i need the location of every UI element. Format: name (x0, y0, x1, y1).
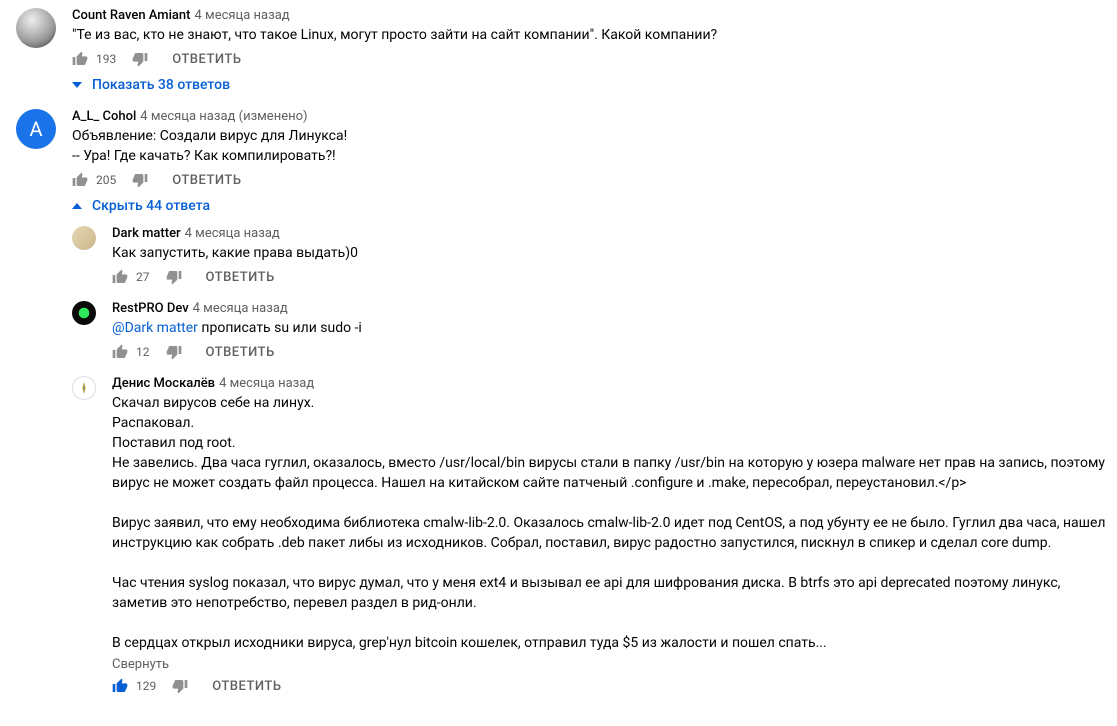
dislike-button[interactable] (132, 51, 148, 67)
avatar[interactable] (72, 226, 96, 250)
comment-header: Count Raven Amiant 4 месяца назад (72, 8, 1117, 23)
comment-body: Dark matter 4 месяца назад Как запустить… (112, 226, 1117, 285)
read-less-button[interactable]: Свернуть (112, 657, 1117, 672)
comment-header: A_L_ Cohol 4 месяца назад (изменено) (72, 109, 1117, 124)
like-count: 205 (96, 173, 116, 187)
like-count: 193 (96, 52, 116, 66)
comment-body: Count Raven Amiant 4 месяца назад "Те из… (72, 8, 1117, 93)
comment-text: Как запустить, какие права выдать)0 (112, 243, 1117, 263)
reply-button[interactable]: ОТВЕТИТЬ (172, 52, 241, 67)
reply-button[interactable]: ОТВЕТИТЬ (206, 345, 275, 360)
comment-text: "Те из вас, кто не знают, что такое Linu… (72, 25, 1117, 45)
comment-text: @Dark matter прописать su или sudo -i (112, 318, 1117, 338)
toggle-replies-label: Скрыть 44 ответа (92, 198, 210, 214)
author-name[interactable]: Dark matter (112, 226, 181, 241)
comment-actions: 129 ОТВЕТИТЬ (112, 678, 1117, 694)
reply: Денис Москалёв 4 месяца назад Скачал вир… (72, 376, 1117, 694)
dislike-button[interactable] (166, 344, 182, 360)
thumb-down-icon (166, 269, 182, 285)
comment-actions: 12 ОТВЕТИТЬ (112, 344, 1117, 360)
thumb-up-icon (112, 344, 128, 360)
timestamp[interactable]: 4 месяца назад (изменено) (140, 109, 307, 124)
thumb-up-icon (72, 51, 88, 67)
toggle-replies-button[interactable]: Скрыть 44 ответа (72, 198, 1117, 214)
comment-header: RestPRO Dev 4 месяца назад (112, 301, 1117, 316)
timestamp[interactable]: 4 месяца назад (195, 8, 290, 23)
like-button[interactable] (72, 51, 88, 67)
reply: Dark matter 4 месяца назад Как запустить… (72, 226, 1117, 285)
comment-body: A_L_ Cohol 4 месяца назад (изменено) Объ… (72, 109, 1117, 710)
comment-header: Dark matter 4 месяца назад (112, 226, 1117, 241)
dislike-button[interactable] (166, 269, 182, 285)
like-button[interactable] (112, 344, 128, 360)
thumb-down-icon (166, 344, 182, 360)
thumb-down-icon (132, 172, 148, 188)
like-count: 129 (136, 679, 156, 693)
comment-actions: 27 ОТВЕТИТЬ (112, 269, 1117, 285)
thumb-down-icon (132, 51, 148, 67)
comment-text: Скачал вирусов себе на линух. Распаковал… (112, 393, 1117, 653)
reply-button[interactable]: ОТВЕТИТЬ (172, 173, 241, 188)
comment-body: RestPRO Dev 4 месяца назад @Dark matter … (112, 301, 1117, 360)
avatar[interactable] (72, 376, 96, 400)
comment: Count Raven Amiant 4 месяца назад "Те из… (16, 8, 1117, 93)
comment-actions: 205 ОТВЕТИТЬ (72, 172, 1117, 188)
toggle-replies-button[interactable]: Показать 38 ответов (72, 77, 1117, 93)
thumb-up-icon (112, 269, 128, 285)
comment-actions: 193 ОТВЕТИТЬ (72, 51, 1117, 67)
thumb-down-icon (172, 678, 188, 694)
comment: A A_L_ Cohol 4 месяца назад (изменено) О… (16, 109, 1117, 710)
caret-down-icon (72, 80, 82, 90)
reply-button[interactable]: ОТВЕТИТЬ (206, 270, 275, 285)
comment-body: Денис Москалёв 4 месяца назад Скачал вир… (112, 376, 1117, 694)
comment-text: Объявление: Создали вирус для Линукса! -… (72, 126, 1117, 166)
avatar[interactable] (16, 8, 56, 48)
dislike-button[interactable] (172, 678, 188, 694)
like-count: 27 (136, 270, 150, 284)
avatar[interactable]: A (16, 109, 56, 149)
author-name[interactable]: Денис Москалёв (112, 376, 215, 391)
like-count: 12 (136, 345, 150, 359)
like-button[interactable] (112, 269, 128, 285)
like-button[interactable] (112, 678, 128, 694)
reply: RestPRO Dev 4 месяца назад @Dark matter … (72, 301, 1117, 360)
timestamp[interactable]: 4 месяца назад (185, 226, 280, 241)
like-button[interactable] (72, 172, 88, 188)
avatar-glyph-icon (77, 381, 91, 395)
caret-up-icon (72, 201, 82, 211)
reply-button[interactable]: ОТВЕТИТЬ (212, 679, 281, 694)
author-name[interactable]: RestPRO Dev (112, 301, 189, 316)
timestamp[interactable]: 4 месяца назад (219, 376, 314, 391)
avatar[interactable] (72, 301, 96, 325)
thumb-up-icon (112, 678, 128, 694)
timestamp[interactable]: 4 месяца назад (193, 301, 288, 316)
mention-link[interactable]: @Dark matter (112, 320, 198, 336)
comment-text-part: прописать su или sudo -i (198, 320, 362, 336)
comment-header: Денис Москалёв 4 месяца назад (112, 376, 1117, 391)
author-name[interactable]: Count Raven Amiant (72, 8, 191, 23)
toggle-replies-label: Показать 38 ответов (92, 77, 230, 93)
author-name[interactable]: A_L_ Cohol (72, 109, 136, 124)
thumb-up-icon (72, 172, 88, 188)
dislike-button[interactable] (132, 172, 148, 188)
